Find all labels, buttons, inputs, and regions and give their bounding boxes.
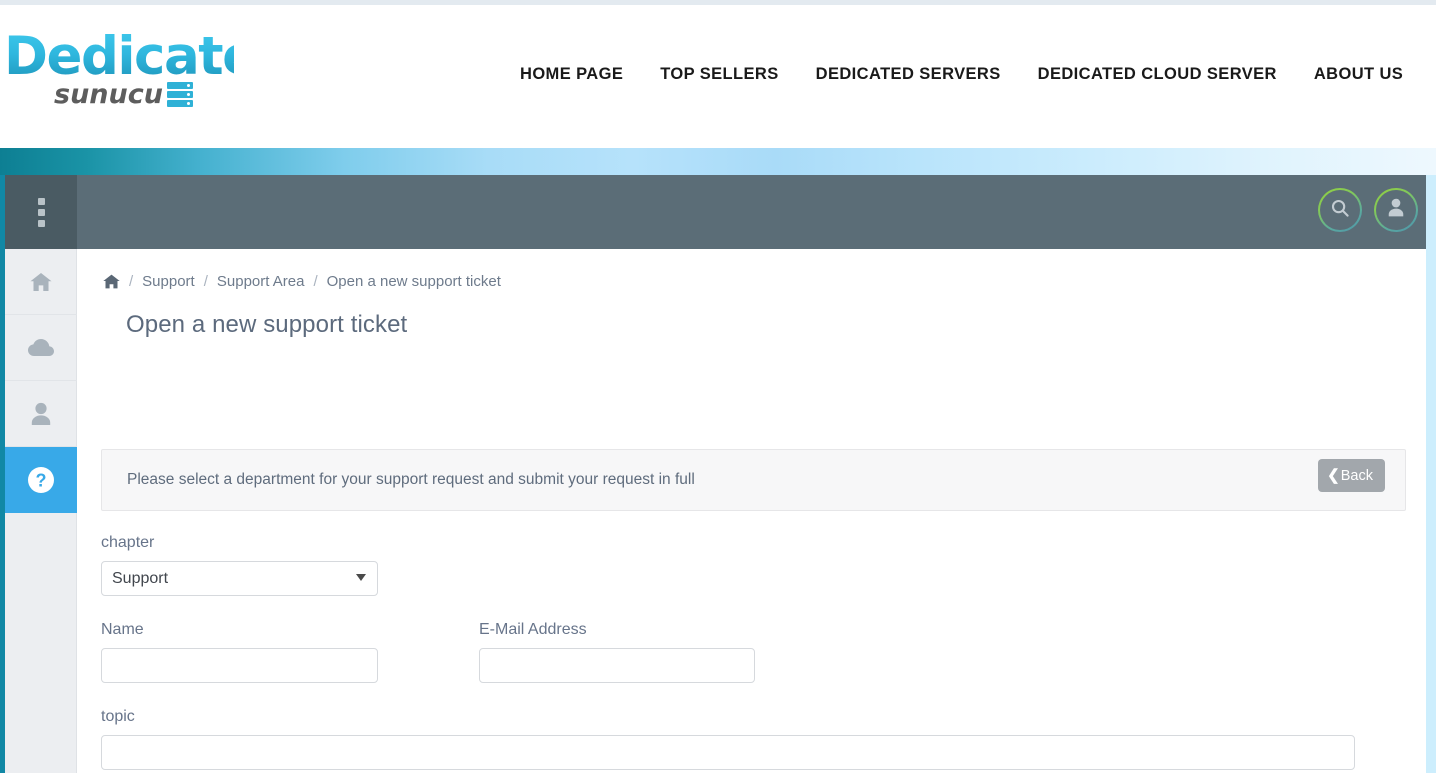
- name-email-row: Name E-Mail Address: [101, 621, 1406, 683]
- breadcrumb-separator: /: [129, 273, 134, 290]
- question-mark-icon: ?: [27, 466, 55, 494]
- main-content: / Support / Support Area / Open a new su…: [77, 249, 1426, 773]
- sidebar-item-home[interactable]: [5, 249, 77, 315]
- topic-field-group: topic: [101, 708, 1406, 770]
- nav-item-about-us[interactable]: ABOUT US: [1314, 65, 1403, 84]
- chapter-label: chapter: [101, 534, 155, 551]
- sidebar-item-cloud[interactable]: [5, 315, 77, 381]
- breadcrumb-item-current: Open a new support ticket: [326, 273, 501, 290]
- breadcrumb-item-support-area[interactable]: Support Area: [217, 273, 305, 290]
- home-icon: [28, 270, 54, 294]
- support-ticket-form: chapter Name E-Mail Address topic: [101, 534, 1406, 773]
- chapter-select-wrapper: [101, 561, 378, 596]
- home-icon[interactable]: [103, 274, 120, 289]
- notice-text: Please select a department for your supp…: [127, 471, 695, 488]
- site-header: Dedicated sunucu HOME PAGE TOP SELLERS D…: [0, 5, 1436, 148]
- notice-panel: Please select a department for your supp…: [101, 449, 1406, 511]
- chapter-select[interactable]: [101, 561, 378, 596]
- account-button[interactable]: [1374, 188, 1418, 232]
- breadcrumb-separator: /: [203, 273, 208, 290]
- site-logo[interactable]: Dedicated sunucu: [4, 26, 294, 125]
- vertical-dots-icon: [37, 197, 45, 227]
- page-title: Open a new support ticket: [126, 311, 408, 339]
- breadcrumb: / Support / Support Area / Open a new su…: [103, 273, 501, 290]
- nav-item-dedicated-cloud-server[interactable]: DEDICATED CLOUD SERVER: [1038, 65, 1277, 84]
- hero-gradient-banner: [0, 148, 1436, 175]
- topic-input[interactable]: [101, 735, 1355, 770]
- breadcrumb-separator: /: [313, 273, 318, 290]
- topic-label: topic: [101, 708, 135, 725]
- cloud-icon: [27, 337, 55, 359]
- main-navigation: HOME PAGE TOP SELLERS DEDICATED SERVERS …: [520, 65, 1403, 84]
- svg-text:?: ?: [36, 470, 47, 490]
- back-button-label: Back: [1340, 467, 1373, 484]
- user-icon: [29, 401, 53, 427]
- nav-item-home-page[interactable]: HOME PAGE: [520, 65, 623, 84]
- logo-subwordmark: sunucu: [54, 79, 163, 110]
- dashboard-topbar: [77, 175, 1426, 249]
- breadcrumb-item-support[interactable]: Support: [142, 273, 195, 290]
- logo-wordmark: Dedicated: [4, 26, 294, 87]
- chevron-left-icon: ❮: [1327, 467, 1340, 484]
- topbar-actions: [1318, 188, 1418, 232]
- sidebar: ?: [5, 175, 77, 773]
- back-button[interactable]: ❮ Back: [1318, 459, 1385, 492]
- server-stack-icon: [166, 82, 193, 107]
- nav-item-dedicated-servers[interactable]: DEDICATED SERVERS: [816, 65, 1001, 84]
- email-input[interactable]: [479, 648, 755, 683]
- page-body: ? / Support / Support Area / Open a new …: [0, 175, 1436, 773]
- email-field-group: E-Mail Address: [479, 621, 755, 683]
- search-button[interactable]: [1318, 188, 1362, 232]
- nav-item-top-sellers[interactable]: TOP SELLERS: [660, 65, 778, 84]
- name-label: Name: [101, 621, 144, 638]
- user-icon: [1386, 197, 1406, 223]
- name-field-group: Name: [101, 621, 378, 683]
- email-label: E-Mail Address: [479, 621, 587, 638]
- name-input[interactable]: [101, 648, 378, 683]
- sidebar-item-support[interactable]: ?: [5, 447, 77, 513]
- search-icon: [1330, 198, 1350, 223]
- sidebar-item-account[interactable]: [5, 381, 77, 447]
- sidebar-toggle-button[interactable]: [5, 175, 77, 249]
